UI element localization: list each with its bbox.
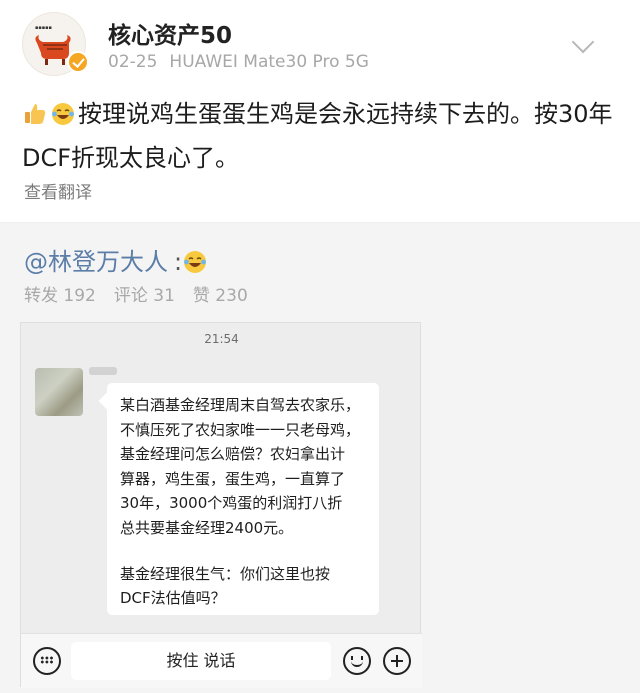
- post-date: 02-25: [108, 52, 158, 72]
- chat-time: 21:54: [204, 332, 239, 346]
- post-device: HUAWEI Mate30 Pro 5G: [169, 52, 369, 72]
- smile-mouth: [351, 660, 363, 667]
- mention-colon: :: [174, 248, 183, 276]
- plus-circle-icon[interactable]: [383, 647, 411, 675]
- mention-link[interactable]: @林登万大人: [24, 248, 168, 276]
- post-body-text: 按理说鸡生蛋蛋生鸡是会永远持续下去的。按30年DCF折现太良心了。: [22, 100, 613, 172]
- laughing-face-icon: [184, 251, 207, 273]
- message-line: 某白酒基金经理周末自驾去农家乐，: [120, 396, 361, 414]
- chat-message-bubble: 某白酒基金经理周末自驾去农家乐， 不慎压死了农妇家唯一一只老母鸡， 基金经理问怎…: [107, 383, 379, 615]
- comments-count[interactable]: 评论 31: [114, 286, 175, 306]
- translate-link[interactable]: 查看翻译: [24, 178, 92, 203]
- reposts-count[interactable]: 转发 192: [24, 286, 96, 306]
- hold-to-talk-button[interactable]: 按住 说话: [71, 642, 331, 680]
- message-line: 基金经理很生气：你们这里也按: [120, 564, 331, 583]
- likes-count[interactable]: 赞 230: [193, 286, 248, 306]
- message-line: 基金经理问怎么赔偿？农妇拿出计: [120, 445, 346, 464]
- verified-badge-icon: [67, 51, 89, 73]
- message-line: 不慎压死了农妇家唯一一只老母鸡，: [120, 420, 361, 439]
- username[interactable]: 核心资产50: [108, 16, 232, 50]
- emoji-smile-icon[interactable]: [343, 647, 371, 675]
- repost-stats: 转发 192 评论 31 赞 230: [24, 281, 266, 306]
- laughing-face-icon: [52, 103, 74, 125]
- chat-avatar-blurred: [35, 368, 83, 416]
- chat-screenshot-image[interactable]: 21:54 某白酒基金经理周末自驾去农家乐， 不慎压死了农妇家唯一一只老母鸡， …: [20, 322, 422, 688]
- avatar[interactable]: ▪▪▪▪▪: [22, 12, 89, 76]
- post-meta: 02-25 HUAWEI Mate30 Pro 5G: [108, 52, 369, 72]
- svg-text:▪▪▪▪▪: ▪▪▪▪▪: [35, 25, 52, 31]
- message-line: 30年，3000个鸡蛋的利润打八折: [120, 494, 343, 513]
- message-line: 算器，鸡生蛋，蛋生鸡，一直算了: [120, 469, 346, 488]
- keyboard-icon[interactable]: [33, 647, 61, 675]
- chevron-down-icon[interactable]: [571, 30, 595, 54]
- chat-name-blurred: [89, 367, 117, 375]
- message-line: 总共要基金经理2400元。: [120, 518, 294, 537]
- thumbs-up-icon: [25, 104, 46, 124]
- chat-input-bar: 按住 说话: [21, 633, 422, 688]
- post-text: 按理说鸡生蛋蛋生鸡是会永远持续下去的。按30年DCF折现太良心了。: [22, 92, 622, 180]
- message-line: DCF法估值吗？: [120, 589, 226, 608]
- repost-mention: @林登万大人:: [24, 242, 208, 277]
